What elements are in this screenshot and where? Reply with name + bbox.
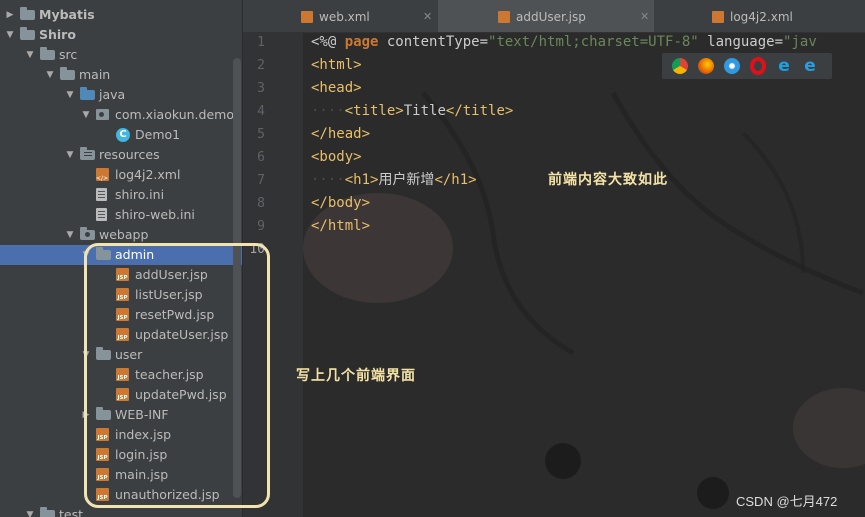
chevron-down-icon[interactable]: ▼: [24, 505, 36, 517]
tree-item-src[interactable]: ▼ src: [0, 45, 242, 65]
file-xml-icon: [301, 11, 313, 23]
line-number: 4: [257, 104, 265, 119]
chevron-down-icon[interactable]: ▼: [64, 225, 76, 245]
tab-label: log4j2.xml: [730, 10, 793, 24]
resources-folder-icon: [80, 147, 95, 160]
chrome-icon[interactable]: [672, 58, 688, 74]
tree-item-label: java: [99, 87, 126, 102]
tree-item-main[interactable]: ▼ main: [0, 65, 242, 85]
folder-icon: [40, 507, 55, 517]
line-number: 2: [257, 58, 265, 73]
line-number: 6: [257, 150, 265, 165]
watermark: CSDN @七月472: [736, 494, 838, 509]
tree-item-label: test: [59, 507, 84, 517]
tree-item-label: Mybatis: [39, 7, 95, 22]
code-line[interactable]: <body>: [311, 146, 362, 169]
tree-item-label: Demo1: [135, 127, 181, 142]
edge-icon[interactable]: e: [802, 58, 818, 75]
file-xml-icon: [96, 168, 109, 189]
chevron-down-icon[interactable]: ▼: [80, 105, 92, 125]
tree-item-shiro[interactable]: ▼ Shiro: [0, 25, 242, 45]
tree-item-shiro-ini[interactable]: shiro.ini: [0, 185, 242, 205]
line-number: 7: [257, 173, 265, 188]
chevron-down-icon[interactable]: ▼: [44, 65, 56, 85]
chevron-right-icon[interactable]: ▶: [4, 5, 16, 25]
safari-icon[interactable]: [724, 58, 740, 74]
line-number: 8: [257, 196, 265, 211]
tree-item-label: shiro-web.ini: [115, 207, 195, 222]
line-number: 1: [257, 35, 265, 50]
folder-icon: [20, 7, 35, 20]
tab-web-xml[interactable]: web.xml ✕: [243, 0, 438, 32]
tree-item-label: main: [79, 67, 111, 82]
file-ini-icon: [96, 188, 107, 201]
file-jsp-icon: [498, 11, 510, 23]
tab-adduser-jsp[interactable]: addUser.jsp ✕: [438, 0, 654, 32]
ie-icon[interactable]: e: [776, 58, 792, 75]
source-folder-icon: [80, 87, 95, 100]
code-line[interactable]: <html>: [311, 54, 362, 77]
file-xml-icon: [712, 11, 724, 23]
tree-item-com-xiaokun-demo[interactable]: ▼ com.xiaokun.demo: [0, 105, 242, 125]
opera-icon[interactable]: [750, 57, 766, 75]
browser-icon-bar: e e: [662, 53, 832, 79]
file-ini-icon: [96, 208, 107, 221]
tree-item-label: com.xiaokun.demo: [115, 107, 234, 122]
tree-item-label: Shiro: [39, 27, 76, 42]
highlight-box: [84, 243, 270, 508]
folder-icon: [40, 47, 55, 60]
code-editor[interactable]: 1 2 3 4 5 6 7 8 9 10 <%@ page contentType="text/h…: [243, 33, 865, 517]
line-number: 3: [257, 81, 265, 96]
tree-item-label: shiro.ini: [115, 187, 165, 202]
chevron-down-icon[interactable]: ▼: [4, 25, 16, 45]
chevron-down-icon[interactable]: ▼: [24, 45, 36, 65]
code-line[interactable]: </body>: [311, 192, 370, 215]
tab-label: addUser.jsp: [516, 10, 586, 24]
code-line[interactable]: <head>: [311, 77, 362, 100]
tree-item-label: src: [59, 47, 78, 62]
tree-item-label: resources: [99, 147, 160, 162]
code-line[interactable]: ····<title>Title</title>: [311, 100, 513, 123]
tree-item-demo1[interactable]: C Demo1: [0, 125, 242, 145]
folder-icon: [20, 27, 35, 40]
tree-item-java[interactable]: ▼ java: [0, 85, 242, 105]
tree-item-shiro-web-ini[interactable]: shiro-web.ini: [0, 205, 242, 225]
tree-item-mybatis[interactable]: ▶ Mybatis: [0, 5, 242, 25]
line-number: 9: [257, 219, 265, 234]
code-line[interactable]: ····<h1>用户新增</h1>: [311, 169, 477, 192]
chevron-down-icon[interactable]: ▼: [64, 85, 76, 105]
close-icon[interactable]: ✕: [423, 0, 432, 34]
editor-annotation: 前端内容大致如此: [548, 172, 668, 188]
close-icon[interactable]: ✕: [640, 0, 649, 34]
chevron-down-icon[interactable]: ▼: [64, 145, 76, 165]
tree-item-label: log4j2.xml: [115, 167, 181, 182]
tree-item-log4j2-xml[interactable]: log4j2.xml: [0, 165, 242, 189]
line-number: 5: [257, 127, 265, 142]
java-class-icon: C: [116, 128, 130, 142]
tree-item-webapp[interactable]: ▼ webapp: [0, 225, 242, 245]
code-line[interactable]: </head>: [311, 123, 370, 146]
editor-tab-bar: web.xml ✕ addUser.jsp ✕ log4j2.xml: [243, 0, 865, 33]
tree-item-label: webapp: [99, 227, 149, 242]
tab-label: web.xml: [319, 10, 370, 24]
firefox-icon[interactable]: [698, 58, 714, 74]
folder-icon: [60, 67, 75, 80]
package-icon: [96, 109, 109, 120]
tab-log4j2-xml[interactable]: log4j2.xml: [654, 0, 865, 32]
tree-annotation: 写上几个前端界面: [296, 368, 416, 384]
code-line[interactable]: <%@ page contentType="text/html;charset=…: [311, 33, 817, 54]
web-folder-icon: [80, 227, 95, 240]
code-line[interactable]: </html>: [311, 215, 370, 238]
tree-item-resources[interactable]: ▼ resources: [0, 145, 242, 165]
